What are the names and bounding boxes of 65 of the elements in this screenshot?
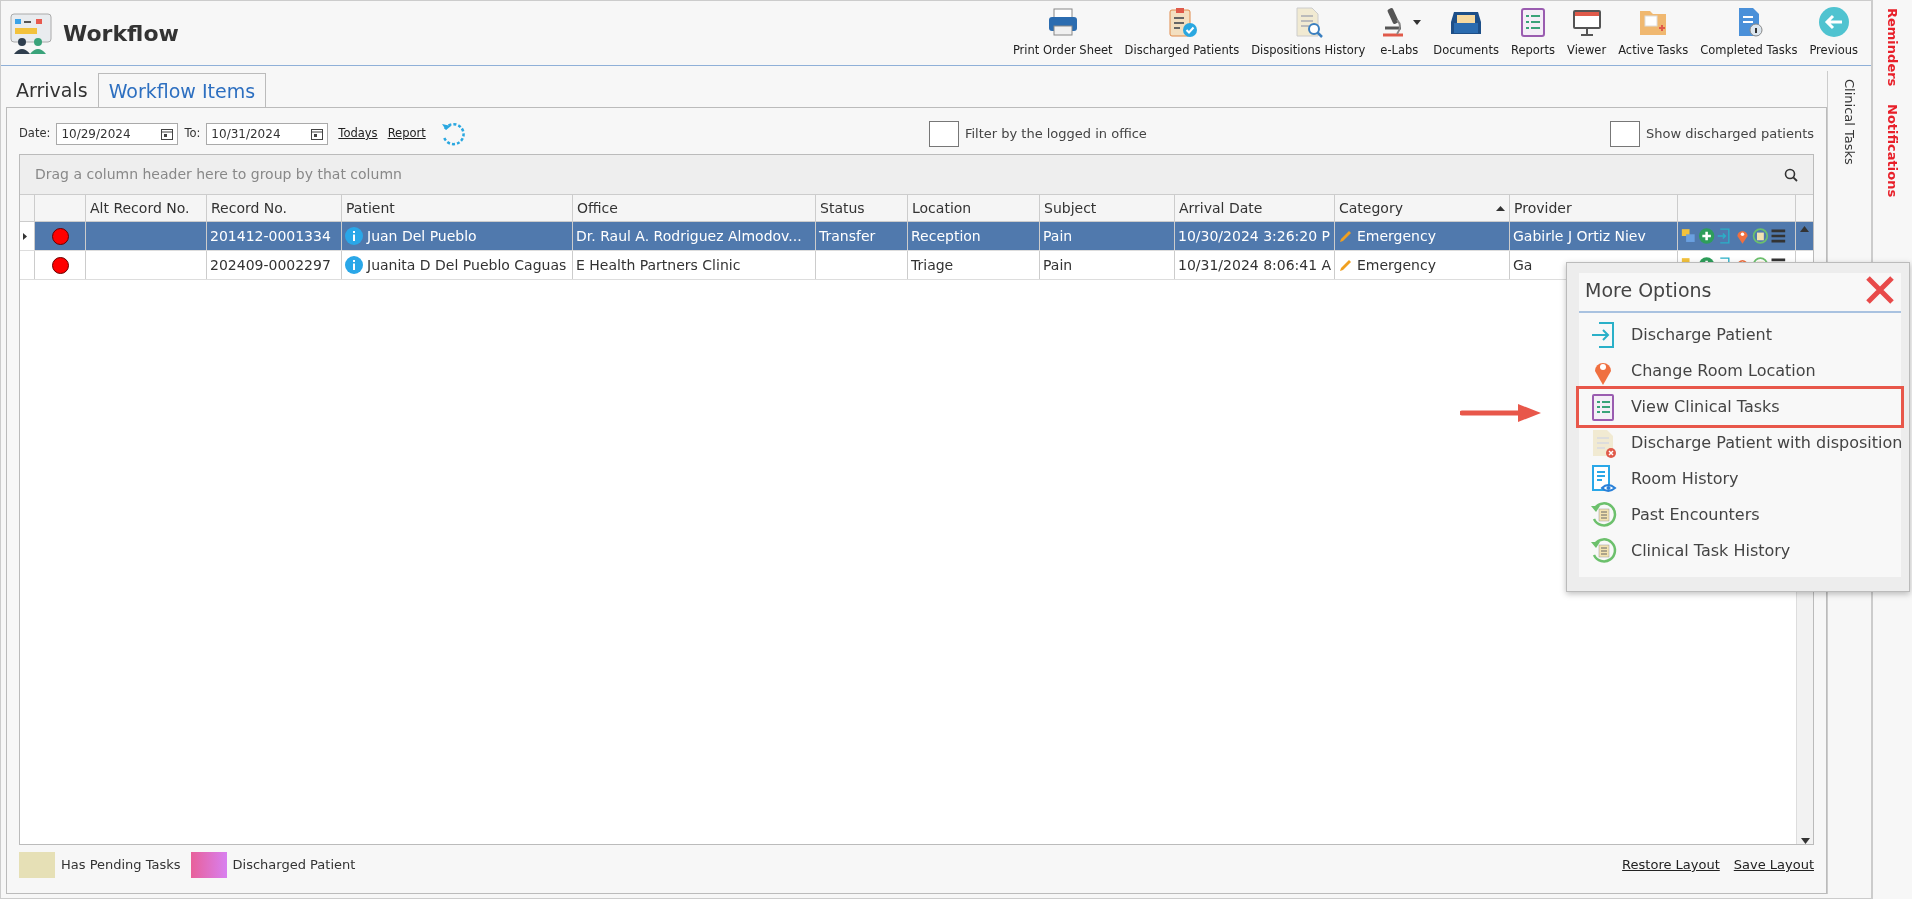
toolbar-button[interactable]: Documents bbox=[1428, 4, 1504, 62]
table-cell-text: Emergency bbox=[1357, 226, 1436, 246]
tab[interactable]: Arrivals bbox=[6, 72, 98, 107]
column-header[interactable]: Category bbox=[1335, 195, 1510, 221]
menu-item[interactable]: Discharge Patient bbox=[1579, 317, 1901, 353]
menu-item[interactable]: Room History bbox=[1579, 461, 1901, 497]
checkbox[interactable]: Show discharged patients bbox=[1610, 121, 1814, 147]
table-cell-text: Juanita D Del Pueblo Caguas bbox=[367, 255, 567, 275]
table-cell-text: Reception bbox=[911, 226, 981, 246]
column-header[interactable]: Alt Record No. bbox=[86, 195, 207, 221]
menu-item[interactable]: Change Room Location bbox=[1579, 353, 1901, 389]
group-hint: Drag a column header here to group by that column bbox=[35, 165, 402, 184]
toolbar-button[interactable]: Previous bbox=[1804, 4, 1863, 62]
table-cell-text: Pain bbox=[1043, 226, 1073, 246]
toolbar-button[interactable]: Dispositions History bbox=[1246, 4, 1371, 62]
menu-item[interactable]: Clinical Task History bbox=[1579, 533, 1901, 569]
date-field[interactable]: 10/31/2024 bbox=[206, 123, 329, 145]
tab[interactable]: Workflow Items bbox=[97, 72, 267, 108]
legend-label: Discharged Patient bbox=[232, 856, 356, 875]
link[interactable]: Report bbox=[387, 125, 426, 143]
column-header[interactable]: Record No. bbox=[207, 195, 342, 221]
table-cell-text: 10/30/2024 3:26:20 P bbox=[1178, 226, 1330, 246]
to-label: To: bbox=[184, 125, 201, 143]
link[interactable]: Todays bbox=[338, 125, 378, 143]
popup-title: More Options bbox=[1585, 277, 1712, 303]
window-title: Workflow bbox=[63, 19, 179, 48]
column-header[interactable]: Provider bbox=[1510, 195, 1678, 221]
toolbar-button[interactable]: e-Labs bbox=[1372, 4, 1427, 62]
toolbar-button[interactable]: Discharged Patients bbox=[1119, 4, 1245, 62]
table-cell-text: Pain bbox=[1043, 255, 1073, 275]
table-cell-text: Dr. Raul A. Rodriguez Almodov... bbox=[576, 226, 802, 246]
menu-item[interactable]: Past Encounters bbox=[1579, 497, 1901, 533]
menu-item[interactable]: Discharge Patient with disposition bbox=[1579, 425, 1901, 461]
side-tab[interactable]: Notifications bbox=[1882, 104, 1903, 198]
toolbar-button[interactable]: Viewer bbox=[1562, 4, 1612, 62]
table-cell-text: Emergency bbox=[1357, 255, 1436, 275]
column-header[interactable]: Location bbox=[908, 195, 1040, 221]
toolbar-button[interactable]: Active Tasks bbox=[1613, 4, 1694, 62]
table-cell-text: 202409-0002297 bbox=[210, 255, 331, 275]
toolbar-button[interactable]: Print Order Sheet bbox=[1007, 4, 1118, 62]
link[interactable]: Restore Layout bbox=[1622, 855, 1720, 875]
column-header[interactable]: Arrival Date bbox=[1175, 195, 1335, 221]
table-cell-text: 201412-0001334 bbox=[210, 226, 331, 246]
table-cell-text: 10/31/2024 8:06:41 A bbox=[1178, 255, 1332, 275]
checkbox[interactable]: Filter by the logged in office bbox=[928, 121, 1147, 147]
side-tab[interactable]: Reminders bbox=[1882, 8, 1903, 87]
table-row[interactable]: 201412-0001334 Juan Del Pueblo Dr. Raul A. Rodriguez Almodov... Transfer Reception Pain 10/30/2024 3:26:20 P Emergency Gabirle J Ortiz Niev bbox=[20, 222, 1813, 251]
table-cell-text: Gabirle J Ortiz Niev bbox=[1513, 226, 1646, 246]
link[interactable]: Save Layout bbox=[1733, 855, 1814, 875]
table-cell-text: Transfer bbox=[819, 226, 876, 246]
date-field[interactable]: 10/29/2024 bbox=[56, 123, 179, 145]
column-header[interactable]: Office bbox=[573, 195, 816, 221]
column-header[interactable]: Status bbox=[816, 195, 908, 221]
table-cell-text: Ga bbox=[1513, 255, 1533, 275]
date-label: Date: bbox=[19, 125, 51, 143]
toolbar-button[interactable]: Reports bbox=[1505, 4, 1561, 62]
table-cell-text: Triage bbox=[911, 255, 954, 275]
column-header[interactable]: Patient bbox=[342, 195, 573, 221]
table-cell-text: Juan Del Pueblo bbox=[367, 226, 477, 246]
toolbar-button[interactable]: Completed Tasks bbox=[1695, 4, 1803, 62]
column-header[interactable]: Subject bbox=[1040, 195, 1175, 221]
side-tab[interactable]: Clinical Tasks bbox=[1839, 79, 1860, 165]
table-cell-text: E Health Partners Clinic bbox=[576, 255, 741, 275]
legend-label: Has Pending Tasks bbox=[61, 856, 181, 875]
menu-item[interactable]: View Clinical Tasks bbox=[1579, 389, 1901, 425]
